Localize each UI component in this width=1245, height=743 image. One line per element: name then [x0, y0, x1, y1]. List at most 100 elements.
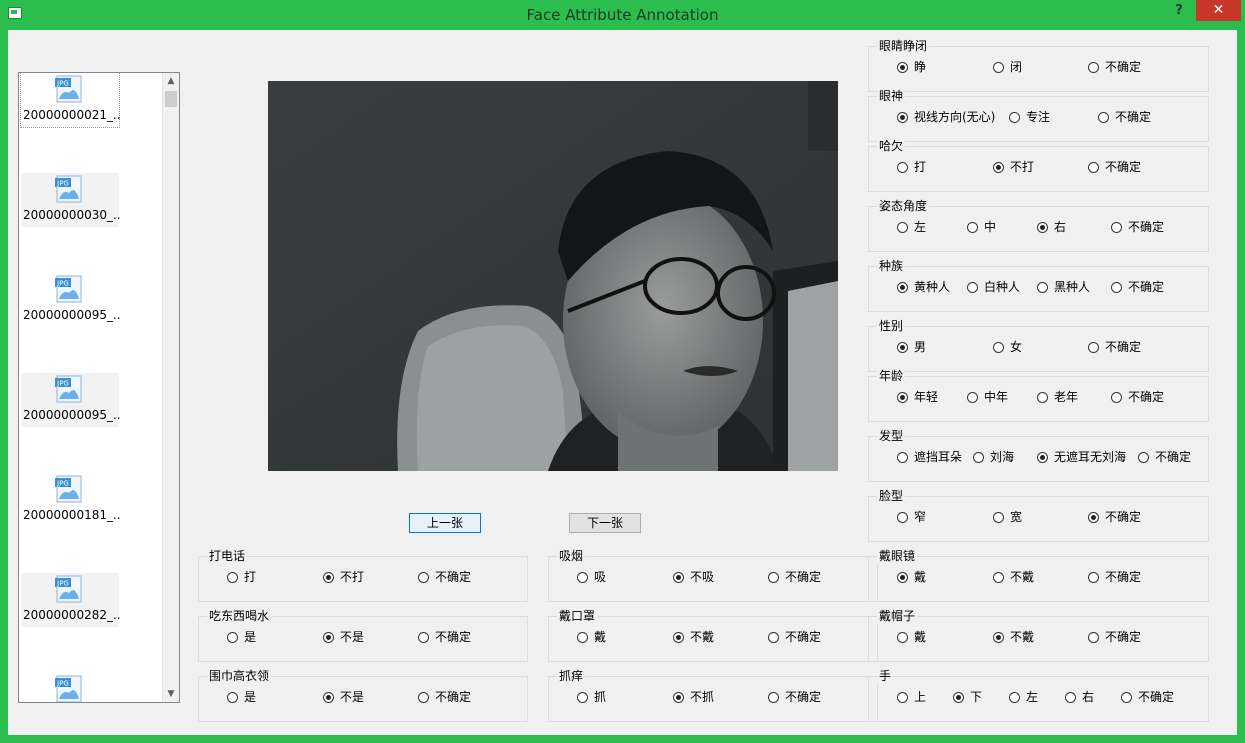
radio-button[interactable] [323, 632, 334, 643]
radio-button[interactable] [993, 62, 1004, 73]
radio-button[interactable] [993, 162, 1004, 173]
radio-button[interactable] [897, 692, 908, 703]
radio-button[interactable] [1098, 112, 1109, 123]
radio-button[interactable] [577, 572, 588, 583]
radio-option[interactable]: 左 [1009, 690, 1038, 704]
radio-button[interactable] [897, 342, 908, 353]
file-list-item[interactable]: JPG 20000000030_... [21, 173, 121, 227]
radio-button[interactable] [673, 692, 684, 703]
file-list-item[interactable]: JPG [21, 673, 119, 702]
file-list-scrollbar[interactable]: ▲ ▼ [162, 73, 179, 702]
radio-option[interactable]: 中 [967, 220, 996, 234]
radio-button[interactable] [897, 452, 908, 463]
radio-button[interactable] [1037, 222, 1048, 233]
radio-button[interactable] [897, 222, 908, 233]
help-button[interactable]: ? [1168, 3, 1190, 21]
radio-option[interactable]: 中年 [967, 390, 1008, 404]
radio-option[interactable]: 上 [897, 690, 926, 704]
next-button[interactable]: 下一张 [569, 513, 641, 533]
radio-option[interactable]: 不确定 [1111, 390, 1164, 404]
radio-option[interactable]: 睁 [897, 60, 926, 74]
radio-option[interactable]: 不确定 [768, 630, 821, 644]
radio-button[interactable] [1088, 572, 1099, 583]
radio-option[interactable]: 不确定 [1088, 160, 1141, 174]
radio-button[interactable] [1065, 692, 1076, 703]
radio-button[interactable] [897, 162, 908, 173]
radio-option[interactable]: 不确定 [1088, 630, 1141, 644]
radio-button[interactable] [1009, 112, 1020, 123]
radio-option[interactable]: 不戴 [993, 630, 1034, 644]
radio-button[interactable] [673, 572, 684, 583]
scroll-thumb[interactable] [165, 91, 177, 107]
radio-option[interactable]: 黄种人 [897, 280, 950, 294]
radio-option[interactable]: 宽 [993, 510, 1022, 524]
radio-button[interactable] [1111, 282, 1122, 293]
radio-button[interactable] [227, 572, 238, 583]
radio-option[interactable]: 不打 [993, 160, 1034, 174]
radio-button[interactable] [1121, 692, 1132, 703]
radio-button[interactable] [1088, 342, 1099, 353]
radio-button[interactable] [323, 692, 334, 703]
radio-option[interactable]: 女 [993, 340, 1022, 354]
radio-option[interactable]: 不确定 [768, 570, 821, 584]
scroll-up-arrow[interactable]: ▲ [163, 73, 179, 89]
radio-option[interactable]: 男 [897, 340, 926, 354]
radio-button[interactable] [897, 62, 908, 73]
file-list-item[interactable]: JPG 20000000095_... [21, 273, 121, 327]
radio-option[interactable]: 不确定 [1111, 280, 1164, 294]
radio-button[interactable] [967, 392, 978, 403]
radio-button[interactable] [673, 632, 684, 643]
radio-option[interactable]: 不确定 [1088, 60, 1141, 74]
radio-option[interactable]: 吸 [577, 570, 606, 584]
radio-button[interactable] [897, 112, 908, 123]
radio-button[interactable] [897, 392, 908, 403]
radio-option[interactable]: 抓 [577, 690, 606, 704]
radio-option[interactable]: 刘海 [973, 450, 1014, 464]
radio-button[interactable] [768, 572, 779, 583]
radio-button[interactable] [1037, 392, 1048, 403]
radio-button[interactable] [897, 632, 908, 643]
radio-option[interactable]: 不是 [323, 690, 364, 704]
radio-button[interactable] [1037, 282, 1048, 293]
radio-option[interactable]: 不抓 [673, 690, 714, 704]
radio-button[interactable] [577, 692, 588, 703]
radio-button[interactable] [993, 342, 1004, 353]
file-list-item[interactable]: JPG 20000000095_... [21, 373, 121, 427]
file-list-item[interactable]: JPG 20000000181_... [21, 473, 121, 527]
radio-button[interactable] [418, 572, 429, 583]
radio-option[interactable]: 戴 [897, 570, 926, 584]
radio-option[interactable]: 右 [1037, 220, 1066, 234]
radio-option[interactable]: 是 [227, 690, 256, 704]
radio-button[interactable] [227, 692, 238, 703]
radio-option[interactable]: 右 [1065, 690, 1094, 704]
radio-button[interactable] [1111, 392, 1122, 403]
radio-option[interactable]: 黑种人 [1037, 280, 1090, 294]
radio-button[interactable] [577, 632, 588, 643]
radio-option[interactable]: 不确定 [1098, 110, 1151, 124]
radio-button[interactable] [1088, 632, 1099, 643]
radio-option[interactable]: 不确定 [1111, 220, 1164, 234]
radio-option[interactable]: 老年 [1037, 390, 1078, 404]
radio-option[interactable]: 左 [897, 220, 926, 234]
radio-button[interactable] [973, 452, 984, 463]
radio-button[interactable] [768, 632, 779, 643]
radio-option[interactable]: 戴 [897, 630, 926, 644]
radio-option[interactable]: 不吸 [673, 570, 714, 584]
radio-button[interactable] [418, 632, 429, 643]
file-list-item[interactable]: JPG 20000000282_... [21, 573, 121, 627]
radio-button[interactable] [323, 572, 334, 583]
radio-option[interactable]: 不打 [323, 570, 364, 584]
radio-option[interactable]: 不确定 [418, 630, 471, 644]
radio-option[interactable]: 打 [227, 570, 256, 584]
radio-button[interactable] [1111, 222, 1122, 233]
radio-option[interactable]: 不确定 [1088, 510, 1141, 524]
radio-option[interactable]: 窄 [897, 510, 926, 524]
radio-option[interactable]: 不戴 [993, 570, 1034, 584]
scroll-down-arrow[interactable]: ▼ [163, 686, 179, 702]
radio-button[interactable] [768, 692, 779, 703]
radio-button[interactable] [1037, 452, 1048, 463]
radio-button[interactable] [227, 632, 238, 643]
radio-option[interactable]: 不确定 [418, 690, 471, 704]
radio-button[interactable] [967, 222, 978, 233]
prev-button[interactable]: 上一张 [409, 513, 481, 533]
